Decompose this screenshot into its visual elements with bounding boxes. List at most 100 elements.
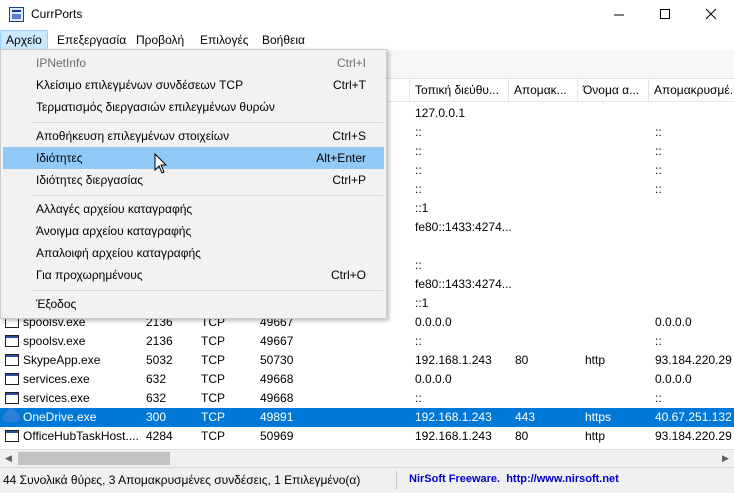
menu-item-properties[interactable]: Ιδιότητες Alt+Enter bbox=[3, 147, 384, 169]
title-bar: CurrPorts bbox=[0, 0, 734, 30]
local-port: 49668 bbox=[260, 391, 294, 405]
remote-port: 443 bbox=[515, 410, 536, 424]
remote-address: :: bbox=[655, 334, 662, 348]
menu-item-exit[interactable]: Έξοδος bbox=[3, 293, 384, 315]
menu-item-ipnetinfo[interactable]: IPNetInfo Ctrl+I bbox=[3, 52, 384, 74]
menu-separator bbox=[31, 122, 383, 123]
local-address: :: bbox=[415, 163, 422, 177]
scroll-left-icon[interactable]: ◀ bbox=[0, 450, 17, 467]
status-summary: 44 Συνολικά θύρες, 3 Απομακρυσμένες συνδ… bbox=[3, 473, 361, 487]
protocol: TCP bbox=[201, 334, 225, 348]
maximize-button[interactable] bbox=[642, 0, 688, 30]
remote-address: :: bbox=[655, 163, 662, 177]
table-row[interactable]: services.exe 632 TCP 49668 :: :: bbox=[0, 389, 734, 408]
file-menu-dropdown: IPNetInfo Ctrl+I Κλείσιμο επιλεγμένων συ… bbox=[0, 49, 387, 319]
menu-item-label: Αποθήκευση επιλεγμένων στοιχείων bbox=[36, 129, 230, 143]
menu-item-label: Ιδιότητες bbox=[36, 151, 83, 165]
column-header-remote-address[interactable]: Απομακρυσμέ... bbox=[649, 79, 734, 101]
table-row[interactable]: SkypeApp.exe 5032 TCP 50730 192.168.1.24… bbox=[0, 351, 734, 370]
menu-file[interactable]: Αρχείο bbox=[0, 30, 48, 50]
table-row[interactable]: OfficeHubTaskHost.... 4284 TCP 50969 192… bbox=[0, 427, 734, 446]
process-id: 5032 bbox=[146, 353, 173, 367]
menu-item-shortcut: Alt+Enter bbox=[316, 151, 366, 165]
local-address: 0.0.0.0 bbox=[415, 315, 452, 329]
remote-port: 80 bbox=[515, 353, 529, 367]
remote-port-name: http bbox=[585, 353, 606, 367]
close-icon bbox=[705, 8, 717, 20]
remote-address: 0.0.0.0 bbox=[655, 372, 692, 386]
menu-separator bbox=[31, 195, 383, 196]
app-icon bbox=[9, 7, 24, 22]
process-id: 4284 bbox=[146, 429, 173, 443]
local-address: 192.168.1.243 bbox=[415, 353, 492, 367]
menu-item-shortcut: Ctrl+S bbox=[332, 129, 366, 143]
window-icon bbox=[5, 430, 19, 442]
local-address: :: bbox=[415, 125, 422, 139]
menu-item-kill-processes[interactable]: Τερματισμός διεργασιών επιλεγμένων θυρών bbox=[3, 96, 384, 118]
menu-item-save-selected[interactable]: Αποθήκευση επιλεγμένων στοιχείων Ctrl+S bbox=[3, 125, 384, 147]
status-divider bbox=[396, 471, 397, 490]
menu-item-label: Ιδιότητες διεργασίας bbox=[36, 173, 144, 187]
menu-edit[interactable]: Επεξεργασία bbox=[52, 30, 131, 50]
local-address: 192.168.1.243 bbox=[415, 429, 492, 443]
local-port: 49667 bbox=[260, 334, 294, 348]
process-name: spoolsv.exe bbox=[23, 334, 86, 348]
menu-separator bbox=[31, 290, 383, 291]
local-port: 50730 bbox=[260, 353, 294, 367]
remote-port: 80 bbox=[515, 429, 529, 443]
remote-address: :: bbox=[655, 391, 662, 405]
remote-port-name: https bbox=[585, 410, 612, 424]
remote-address: :: bbox=[655, 182, 662, 196]
menu-help[interactable]: Βοήθεια bbox=[257, 30, 310, 50]
local-address: :: bbox=[415, 391, 422, 405]
menu-view[interactable]: Προβολή bbox=[131, 30, 189, 50]
protocol: TCP bbox=[201, 429, 225, 443]
remote-address: 0.0.0.0 bbox=[655, 315, 692, 329]
local-address: fe80::1433:4274... bbox=[415, 277, 512, 291]
local-address: :: bbox=[415, 144, 422, 158]
menu-item-close-tcp[interactable]: Κλείσιμο επιλεγμένων συνδέσεων TCP Ctrl+… bbox=[3, 74, 384, 96]
local-port: 50969 bbox=[260, 429, 294, 443]
column-header-remote-port-name[interactable]: Όνομα α... bbox=[578, 79, 649, 101]
table-row-selected[interactable]: OneDrive.exe 300 TCP 49891 192.168.1.243… bbox=[0, 408, 734, 427]
local-address: fe80::1433:4274... bbox=[415, 220, 512, 234]
protocol: TCP bbox=[201, 372, 225, 386]
menu-item-shortcut: Ctrl+O bbox=[330, 268, 366, 282]
table-row[interactable]: spoolsv.exe 2136 TCP 49667 :: :: bbox=[0, 332, 734, 351]
window-title: CurrPorts bbox=[31, 7, 83, 21]
local-port: 49891 bbox=[260, 410, 294, 424]
minimize-icon bbox=[614, 14, 624, 16]
menu-item-label: Απαλοιφή αρχείου καταγραφής bbox=[36, 246, 201, 260]
menu-item-open-log[interactable]: Άνοιγμα αρχείου καταγραφής bbox=[3, 220, 384, 242]
menu-item-label: IPNetInfo bbox=[36, 56, 87, 70]
remote-address: 40.67.251.132 bbox=[655, 410, 732, 424]
window-icon bbox=[5, 354, 19, 366]
menu-item-label: Τερματισμός διεργασιών επιλεγμένων θυρών bbox=[36, 100, 275, 114]
menu-item-clear-log[interactable]: Απαλοιφή αρχείου καταγραφής bbox=[3, 242, 384, 264]
process-name: OneDrive.exe bbox=[23, 410, 97, 424]
nirsoft-link[interactable]: NirSoft Freeware. http://www.nirsoft.net bbox=[409, 473, 619, 485]
cloud-icon bbox=[3, 408, 20, 422]
menu-options[interactable]: Επιλογές bbox=[195, 30, 254, 50]
scrollbar-thumb[interactable] bbox=[18, 452, 170, 465]
horizontal-scrollbar[interactable]: ◀ ▶ bbox=[0, 449, 734, 467]
column-header-local-address[interactable]: Τοπική διεύθυ... bbox=[410, 79, 509, 101]
menu-item-label: Για προχωρημένους bbox=[36, 268, 143, 282]
column-header-remote-port[interactable]: Απομακ... bbox=[509, 79, 578, 101]
local-address: :: bbox=[415, 182, 422, 196]
menu-item-advanced[interactable]: Για προχωρημένους Ctrl+O bbox=[3, 264, 384, 286]
process-id: 2136 bbox=[146, 334, 173, 348]
protocol: TCP bbox=[201, 353, 225, 367]
window-icon bbox=[5, 373, 19, 385]
scroll-right-icon[interactable]: ▶ bbox=[717, 450, 734, 467]
menu-item-shortcut: Ctrl+I bbox=[336, 56, 366, 70]
menu-item-log-changes[interactable]: Αλλαγές αρχείου καταγραφής bbox=[3, 198, 384, 220]
remote-port-name: http bbox=[585, 429, 606, 443]
table-row[interactable]: services.exe 632 TCP 49668 0.0.0.0 0.0.0… bbox=[0, 370, 734, 389]
maximize-icon bbox=[660, 9, 670, 19]
menu-item-process-properties[interactable]: Ιδιότητες διεργασίας Ctrl+P bbox=[3, 169, 384, 191]
local-address: :: bbox=[415, 334, 422, 348]
close-button[interactable] bbox=[688, 0, 734, 30]
minimize-button[interactable] bbox=[596, 0, 642, 30]
menu-item-shortcut: Ctrl+P bbox=[332, 173, 366, 187]
